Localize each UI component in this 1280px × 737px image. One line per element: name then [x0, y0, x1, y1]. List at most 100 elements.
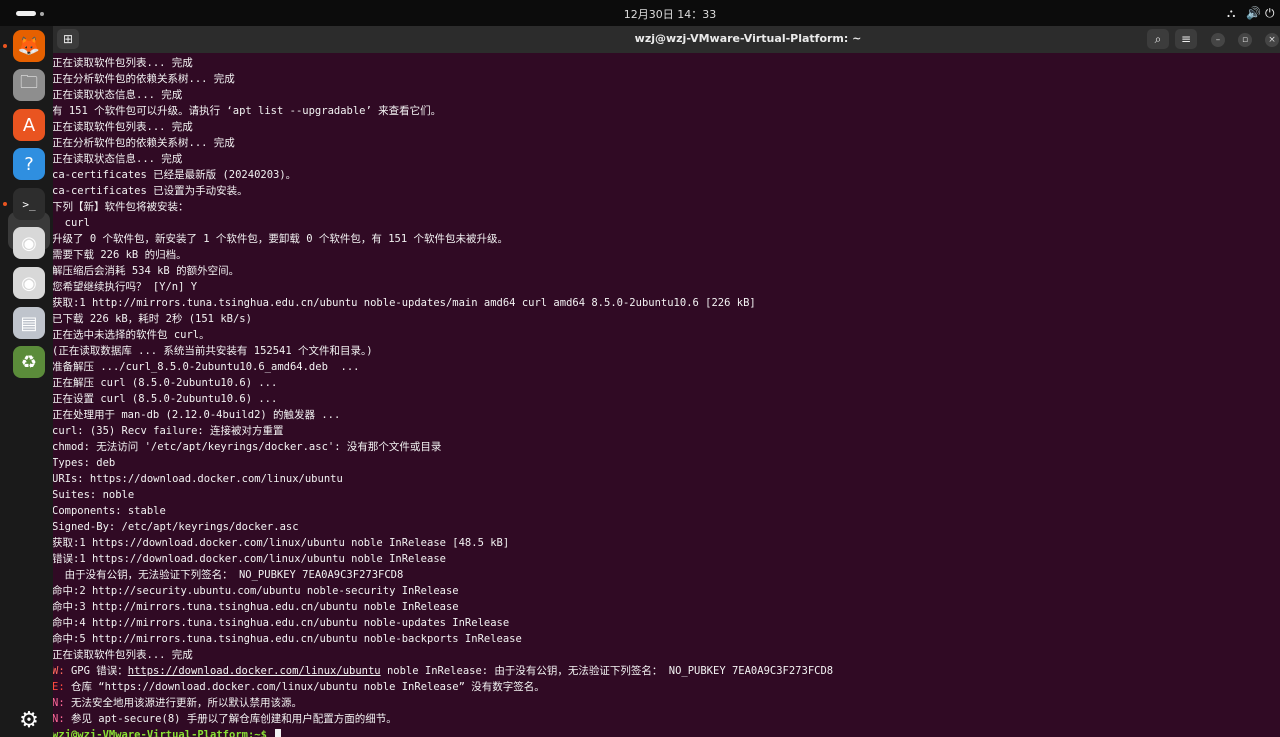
terminal-line: 您希望继续执行吗？ [Y/n] Y	[53, 279, 197, 295]
firefox-icon[interactable]: 🦊	[13, 30, 45, 62]
message-prefix: N:	[53, 713, 71, 725]
terminal-window[interactable]: ⊞ wzj@wzj-VMware-Virtual-Platform: ~ ⌕ ≡…	[53, 26, 1280, 737]
line-text: Signed-By: /etc/apt/keyrings/docker.asc	[53, 521, 299, 533]
terminal-line: 获取:1 https://download.docker.com/linux/u…	[53, 535, 509, 551]
help-icon[interactable]: ?	[13, 148, 45, 180]
terminal-line: Types: deb	[53, 455, 115, 471]
terminal-titlebar[interactable]: ⊞ wzj@wzj-VMware-Virtual-Platform: ~ ⌕ ≡…	[53, 26, 1280, 53]
terminal-line: 升级了 0 个软件包，新安装了 1 个软件包，要卸载 0 个软件包，有 151 …	[53, 231, 508, 247]
line-text: 错误:1 https://download.docker.com/linux/u…	[53, 553, 446, 565]
terminal-line: URIs: https://download.docker.com/linux/…	[53, 471, 343, 487]
terminal-line: chmod: 无法访问 '/etc/apt/keyrings/docker.as…	[53, 439, 441, 455]
line-text: 解压缩后会消耗 534 kB 的额外空间。	[53, 265, 240, 277]
terminal-line: 正在分析软件包的依赖关系树... 完成	[53, 71, 235, 87]
line-text: 无法安全地用该源进行更新，所以默认禁用该源。	[70, 697, 302, 709]
terminal-line: 正在分析软件包的依赖关系树... 完成	[53, 135, 235, 151]
line-text: 正在分析软件包的依赖关系树... 完成	[53, 73, 235, 85]
line-text: 准备解压 .../curl_8.5.0-2ubuntu10.6_amd64.de…	[53, 361, 360, 373]
terminal-line: (正在读取数据库 ... 系统当前共安装有 152541 个文件和目录。)	[53, 343, 373, 359]
trash-icon[interactable]: ♻	[13, 346, 45, 378]
terminal-line: 正在读取软件包列表... 完成	[53, 119, 193, 135]
running-indicator	[3, 44, 7, 48]
line-text: 正在分析软件包的依赖关系树... 完成	[53, 137, 235, 149]
maximize-icon[interactable]: ▫	[1238, 33, 1252, 47]
terminal-line: ca-certificates 已经是最新版 (20240203)。	[53, 167, 296, 183]
line-text: 命中:2 http://security.ubuntu.com/ubuntu n…	[53, 585, 459, 597]
line-text: 正在设置 curl (8.5.0-2ubuntu10.6) ...	[53, 393, 278, 405]
prompt-line[interactable]: wzj@wzj-VMware-Virtual-Platform:~$	[53, 727, 282, 737]
terminal-line: 下列【新】软件包将被安装：	[53, 199, 189, 215]
volume-icon[interactable]: 🔊	[1246, 6, 1261, 20]
line-text: 命中:3 http://mirrors.tuna.tsinghua.edu.cn…	[53, 601, 459, 613]
terminal-line: 正在读取状态信息... 完成	[53, 87, 182, 103]
line-text: noble InRelease: 由于没有公钥，无法验证下列签名： NO_PUB…	[380, 665, 834, 677]
line-text: GPG 错误：	[70, 665, 128, 677]
terminal-line: 正在读取状态信息... 完成	[53, 151, 182, 167]
url-link[interactable]: https://download.docker.com/linux/ubuntu	[128, 665, 381, 677]
top-system-bar: 12月30日 14：33 ⛬ 🔊 ⏻	[0, 0, 1280, 26]
line-text: ca-certificates 已设置为手动安装。	[53, 185, 248, 197]
clock[interactable]: 12月30日 14：33	[0, 6, 1280, 22]
line-text: 由于没有公钥，无法验证下列签名： NO_PUBKEY 7EA0A9C3F273F…	[53, 569, 404, 581]
terminal-line: 正在解压 curl (8.5.0-2ubuntu10.6) ...	[53, 375, 277, 391]
disc-icon[interactable]: ◉	[13, 267, 45, 299]
terminal-line: 解压缩后会消耗 534 kB 的额外空间。	[53, 263, 239, 279]
terminal-line: 已下载 226 kB，耗时 2秒 (151 kB/s)	[53, 311, 252, 327]
line-text: 获取:1 https://download.docker.com/linux/u…	[53, 537, 510, 549]
line-text: 命中:5 http://mirrors.tuna.tsinghua.edu.cn…	[53, 633, 522, 645]
message-prefix: N:	[53, 697, 71, 709]
running-indicator	[3, 202, 7, 206]
files-icon[interactable]: 🗀	[13, 69, 45, 101]
menu-icon[interactable]: ≡	[1175, 29, 1197, 49]
close-icon[interactable]: ×	[1265, 33, 1279, 47]
line-text: 有 151 个软件包可以升级。请执行 ‘apt list --upgradabl…	[53, 105, 442, 117]
minimize-icon[interactable]: –	[1211, 33, 1225, 47]
terminal-line: W: GPG 错误：https://download.docker.com/li…	[53, 663, 833, 679]
terminal-line: 有 151 个软件包可以升级。请执行 ‘apt list --upgradabl…	[53, 103, 441, 119]
line-text: 正在选中未选择的软件包 curl。	[53, 329, 210, 341]
line-text: chmod: 无法访问 '/etc/apt/keyrings/docker.as…	[53, 441, 442, 453]
line-text: 获取:1 http://mirrors.tuna.tsinghua.edu.cn…	[53, 297, 756, 309]
terminal-line: 需要下载 226 kB 的归档。	[53, 247, 187, 263]
save-disk-icon[interactable]: ▤	[13, 307, 45, 339]
search-icon[interactable]: ⌕	[1147, 29, 1169, 49]
line-text: curl: (35) Recv failure: 连接被对方重置	[53, 425, 284, 437]
terminal-output[interactable]: 正在读取软件包列表... 完成 正在分析软件包的依赖关系树... 完成 正在读取状态…	[53, 53, 1280, 737]
terminal-line: 错误:1 https://download.docker.com/linux/u…	[53, 551, 446, 567]
terminal-line: ca-certificates 已设置为手动安装。	[53, 183, 248, 199]
line-text: 命中:4 http://mirrors.tuna.tsinghua.edu.cn…	[53, 617, 510, 629]
line-text: 参见 apt-secure(8) 手册以了解仓库创建和用户配置方面的细节。	[70, 713, 397, 725]
window-title: wzj@wzj-VMware-Virtual-Platform: ~	[634, 32, 862, 45]
line-text: 正在读取软件包列表... 完成	[53, 121, 193, 133]
terminal-line: Suites: noble	[53, 487, 134, 503]
line-text: 已下载 226 kB，耗时 2秒 (151 kB/s)	[53, 313, 252, 325]
line-text: 需要下载 226 kB 的归档。	[53, 249, 187, 261]
line-text: 正在读取软件包列表... 完成	[53, 57, 193, 69]
network-icon[interactable]: ⛬	[1227, 6, 1235, 20]
text-cursor	[275, 729, 282, 737]
terminal-line: 正在选中未选择的软件包 curl。	[53, 327, 210, 343]
ubuntu-logo-icon[interactable]: ⚙	[13, 704, 45, 736]
dock: 🦊 🗀 A? >_ ◉ ◉ ▤ ♻ ⚙	[0, 26, 58, 737]
line-text: (正在读取数据库 ... 系统当前共安装有 152541 个文件和目录。)	[53, 345, 373, 357]
terminal-line: 由于没有公钥，无法验证下列签名： NO_PUBKEY 7EA0A9C3F273F…	[53, 567, 404, 583]
line-text: 正在读取状态信息... 完成	[53, 89, 183, 101]
terminal-icon[interactable]: >_	[13, 188, 45, 220]
terminal-line: E: 仓库 “https://download.docker.com/linux…	[53, 679, 545, 695]
power-icon[interactable]: ⏻	[1265, 6, 1275, 20]
line-text: URIs: https://download.docker.com/linux/…	[53, 473, 343, 485]
terminal-line: 命中:5 http://mirrors.tuna.tsinghua.edu.cn…	[53, 631, 522, 647]
line-text: 下列【新】软件包将被安装：	[53, 201, 189, 213]
terminal-line: 命中:3 http://mirrors.tuna.tsinghua.edu.cn…	[53, 599, 459, 615]
line-text: Suites: noble	[53, 489, 135, 501]
line-text: 您希望继续执行吗？ [Y/n] Y	[53, 281, 198, 293]
terminal-line: N: 参见 apt-secure(8) 手册以了解仓库创建和用户配置方面的细节。	[53, 711, 397, 727]
line-text: ca-certificates 已经是最新版 (20240203)。	[53, 169, 297, 181]
line-text: curl	[53, 217, 90, 229]
app-center-icon[interactable]: A	[13, 109, 45, 141]
line-text: 仓库 “https://download.docker.com/linux/ub…	[70, 681, 545, 693]
terminal-line: 命中:2 http://security.ubuntu.com/ubuntu n…	[53, 583, 459, 599]
terminal-line: 正在设置 curl (8.5.0-2ubuntu10.6) ...	[53, 391, 277, 407]
shell-prompt: wzj@wzj-VMware-Virtual-Platform:~$	[53, 729, 274, 737]
disc-icon[interactable]: ◉	[13, 227, 45, 259]
